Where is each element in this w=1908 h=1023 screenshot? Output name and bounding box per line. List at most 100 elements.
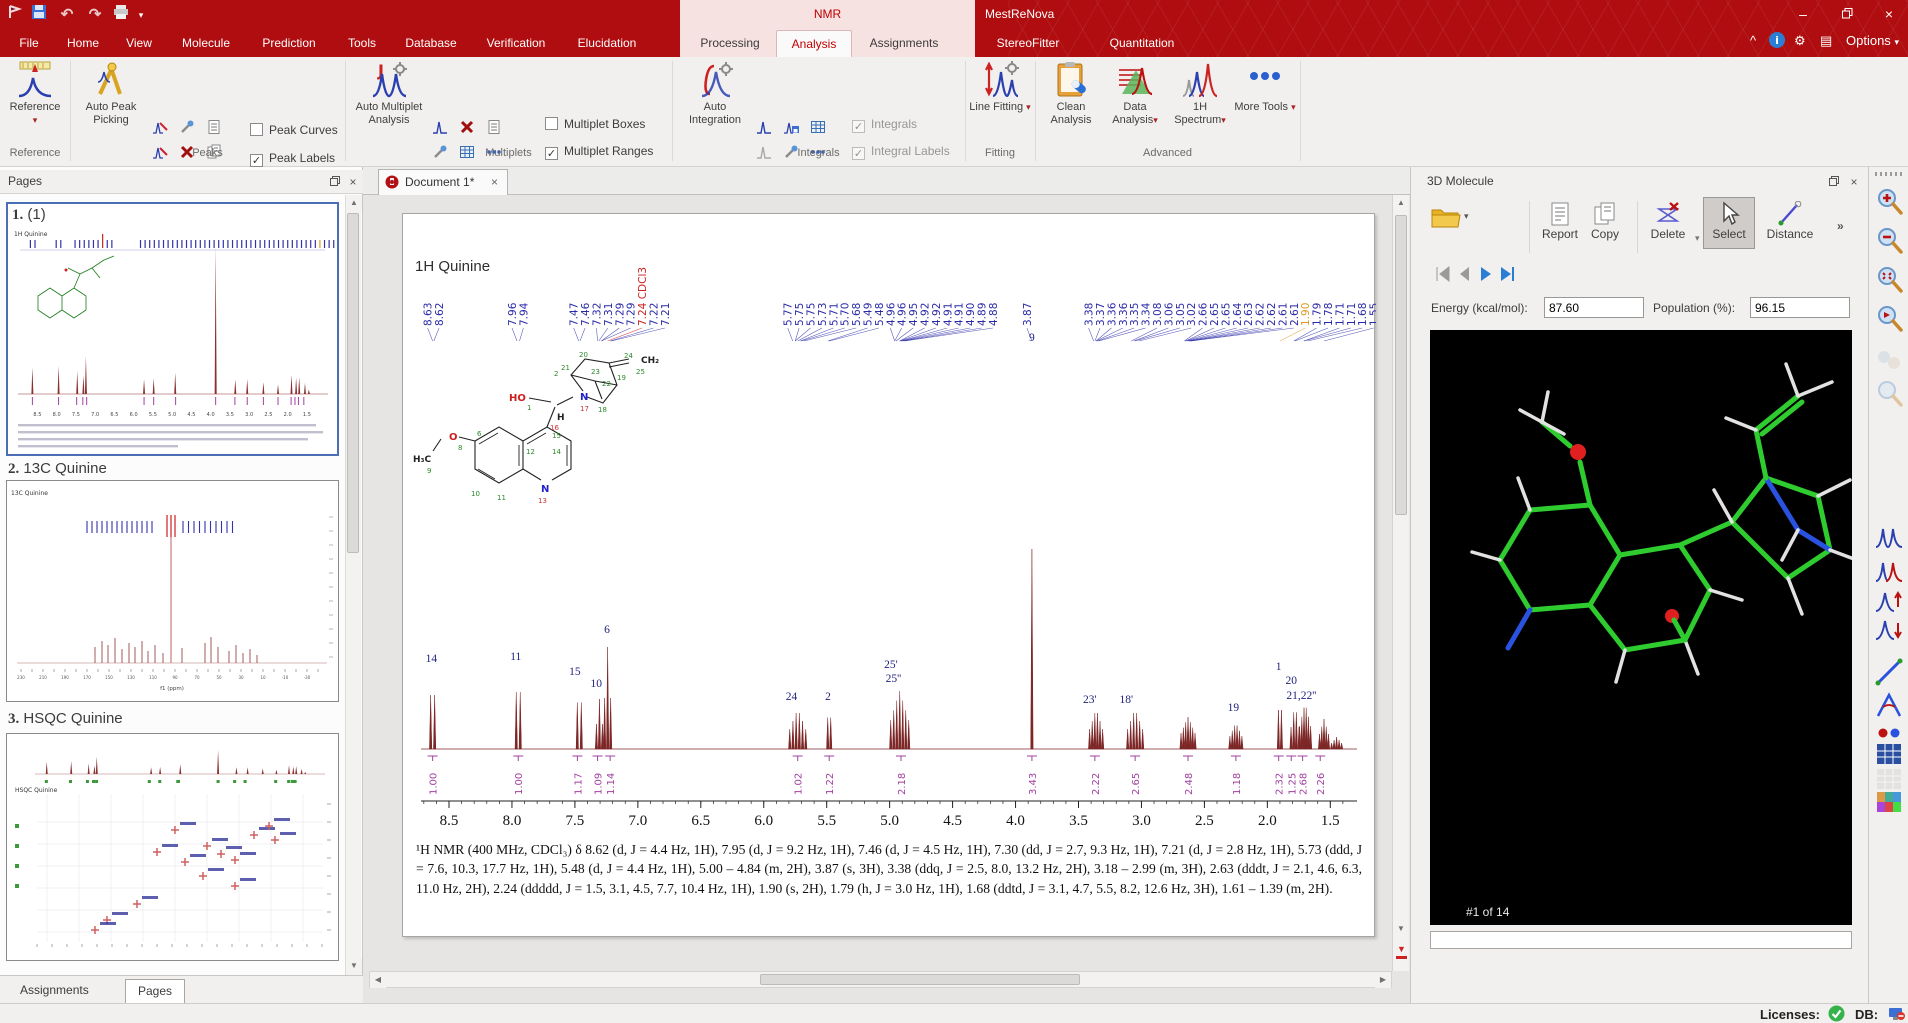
pages-scrollbar[interactable]: ▲ ▼ [345,195,361,975]
data-analysis-button[interactable]: Data Analysis▾ [1104,60,1166,127]
distance-button[interactable]: Distance [1759,201,1821,241]
checkbox-multiplet-boxes[interactable]: Multiplet Boxes [545,117,645,135]
print-icon[interactable] [110,4,132,26]
info-icon[interactable]: i [1768,31,1786,52]
tab-analysis[interactable]: Analysis [776,30,852,57]
h1-spectrum-button[interactable]: 1H Spectrum▾ [1168,60,1232,127]
molecule-info-field[interactable] [1430,931,1852,949]
panel-tab-assignments[interactable]: Assignments [8,979,101,1004]
auto-peak-picking-button[interactable]: Auto Peak Picking [74,60,148,127]
tab-molecule[interactable]: Molecule [168,30,244,57]
document-log-icon[interactable]: ▤ [1820,33,1832,49]
atom-pair-icon[interactable] [1874,345,1904,375]
open-molecule-button[interactable]: ▾ [1431,205,1475,239]
tab-prediction[interactable]: Prediction [248,30,330,57]
delete-button[interactable]: Delete ▾ [1639,201,1697,241]
float-panel-icon[interactable] [1827,175,1841,189]
db-status-icon[interactable] [1888,1005,1905,1023]
molecule-3d-viewport[interactable]: #1 of 14 [1430,330,1852,925]
color-grid-icon[interactable] [1874,787,1904,817]
options-menu[interactable]: Options ▾ [1846,33,1899,48]
zoom-in-icon[interactable] [1874,186,1904,216]
restore-button[interactable] [1830,2,1864,26]
population-field[interactable] [1750,297,1850,318]
page-fit-button[interactable]: ▼ [1394,941,1409,969]
checkbox-box[interactable] [250,123,263,136]
manual-integral-icon[interactable] [756,119,778,141]
checkbox-peak-curves[interactable]: Peak Curves [250,123,338,141]
page-thumbnail-1[interactable]: 1. (1) 1H Quinine8.58.07.57.06.56.05.55.… [6,202,339,456]
tab-processing[interactable]: Processing [688,30,772,57]
minimize-button[interactable]: – [1786,2,1820,26]
checkbox-box[interactable] [545,117,558,130]
panel-tab-pages[interactable]: Pages [125,979,185,1004]
checkbox-box[interactable]: ✓ [852,120,865,133]
tab-assignments[interactable]: Assignments [856,30,952,57]
delete-multiplets-icon[interactable] [459,119,481,141]
zoom-previous-icon[interactable] [1874,303,1904,333]
save-integrals-icon[interactable] [783,119,805,141]
line-fitting-button[interactable]: Line Fitting ▾ [968,60,1032,114]
zoom-fit-icon[interactable] [1874,264,1904,294]
close-panel-icon[interactable]: × [1847,175,1861,189]
scroll-up-icon[interactable]: ▲ [346,195,362,211]
scroll-up-icon[interactable]: ▲ [1393,195,1409,211]
tab-elucidation[interactable]: Elucidation [564,30,650,57]
reference-button[interactable]: Reference▾ [4,60,66,127]
auto-integration-button[interactable]: Auto Integration [678,60,752,127]
copy-button[interactable]: Copy [1579,201,1631,241]
multiplets-report-icon[interactable] [486,119,508,141]
tab-verification[interactable]: Verification [472,30,560,57]
peak-up-icon[interactable] [1874,587,1904,617]
toolbar-overflow-icon[interactable]: » [1837,219,1844,233]
clean-analysis-button[interactable]: Clean Analysis [1040,60,1102,127]
magnifier-disabled-icon[interactable] [1874,378,1904,408]
close-panel-icon[interactable]: × [346,175,360,189]
settings-gear-icon[interactable]: ⚙ [1794,33,1806,49]
tab-file[interactable]: File [6,30,52,57]
tab-home[interactable]: Home [56,30,110,57]
auto-multiplet-button[interactable]: J Auto Multiplet Analysis [350,60,428,127]
close-button[interactable]: × [1872,2,1906,26]
tab-tools[interactable]: Tools [334,30,390,57]
delete-dropdown-icon[interactable]: ▾ [1695,233,1700,244]
more-tools-button[interactable]: More Tools ▾ [1234,60,1296,114]
tab-database[interactable]: Database [394,30,468,57]
tab-stereofitter[interactable]: StereoFitter [980,30,1076,57]
scroll-left-icon[interactable]: ◀ [370,972,386,988]
open-dropdown-icon[interactable]: ▾ [1464,211,1469,222]
scroll-down-icon[interactable]: ▼ [346,958,362,974]
print-dropdown-icon[interactable]: ▾ [130,4,152,26]
manual-multiplet-icon[interactable] [432,119,454,141]
angle-measure-icon[interactable] [1874,690,1904,720]
page-thumbnail-3[interactable]: HSQC Quinine [6,733,339,961]
redo-icon[interactable]: ↷ [84,4,106,26]
zoom-out-icon[interactable] [1874,225,1904,255]
document-horizontal-scrollbar[interactable]: ◀ ▶ [369,971,1392,988]
document-vertical-scrollbar[interactable]: ▲ ▼ ▼ [1392,195,1409,971]
integrals-table-icon[interactable] [810,119,832,141]
tab-view[interactable]: View [114,30,164,57]
toolbar-drag-handle[interactable] [1875,172,1903,176]
checkbox-integrals[interactable]: ✓Integrals [852,117,917,135]
document-canvas[interactable]: 1H Quinine 8.58.07.57.06.56.05.55.04.54.… [363,195,1392,971]
scroll-right-icon[interactable]: ▶ [1375,972,1391,988]
peak-tools-icon[interactable] [179,119,201,141]
scroll-down-icon[interactable]: ▼ [1393,921,1409,937]
peak-down-icon[interactable] [1874,615,1904,645]
page-thumbnail-2[interactable]: 13C Quinine23021019017015013011090705030… [6,480,339,702]
spectrum-stack-icon[interactable] [1874,557,1904,587]
peak-by-peak-icon[interactable] [152,119,174,141]
select-button[interactable]: Select [1703,197,1755,249]
distance-measure-icon[interactable] [1874,657,1904,687]
licenses-ok-icon[interactable] [1828,1005,1845,1023]
float-panel-icon[interactable] [328,175,342,189]
spectrum-canvas[interactable]: 8.58.07.57.06.56.05.55.04.54.03.53.02.52… [403,214,1376,938]
close-document-icon[interactable]: × [491,175,498,189]
collapse-ribbon-icon[interactable]: ^ [1750,33,1756,48]
energy-field[interactable] [1544,297,1644,318]
undo-icon[interactable]: ↶ [56,4,78,26]
molecule-structure[interactable]: HO1H16N17220212223191824CH₂25O8H₃C9N1312… [405,349,705,529]
save-icon[interactable] [28,4,50,26]
spectrum-superimpose-icon[interactable] [1874,523,1904,553]
